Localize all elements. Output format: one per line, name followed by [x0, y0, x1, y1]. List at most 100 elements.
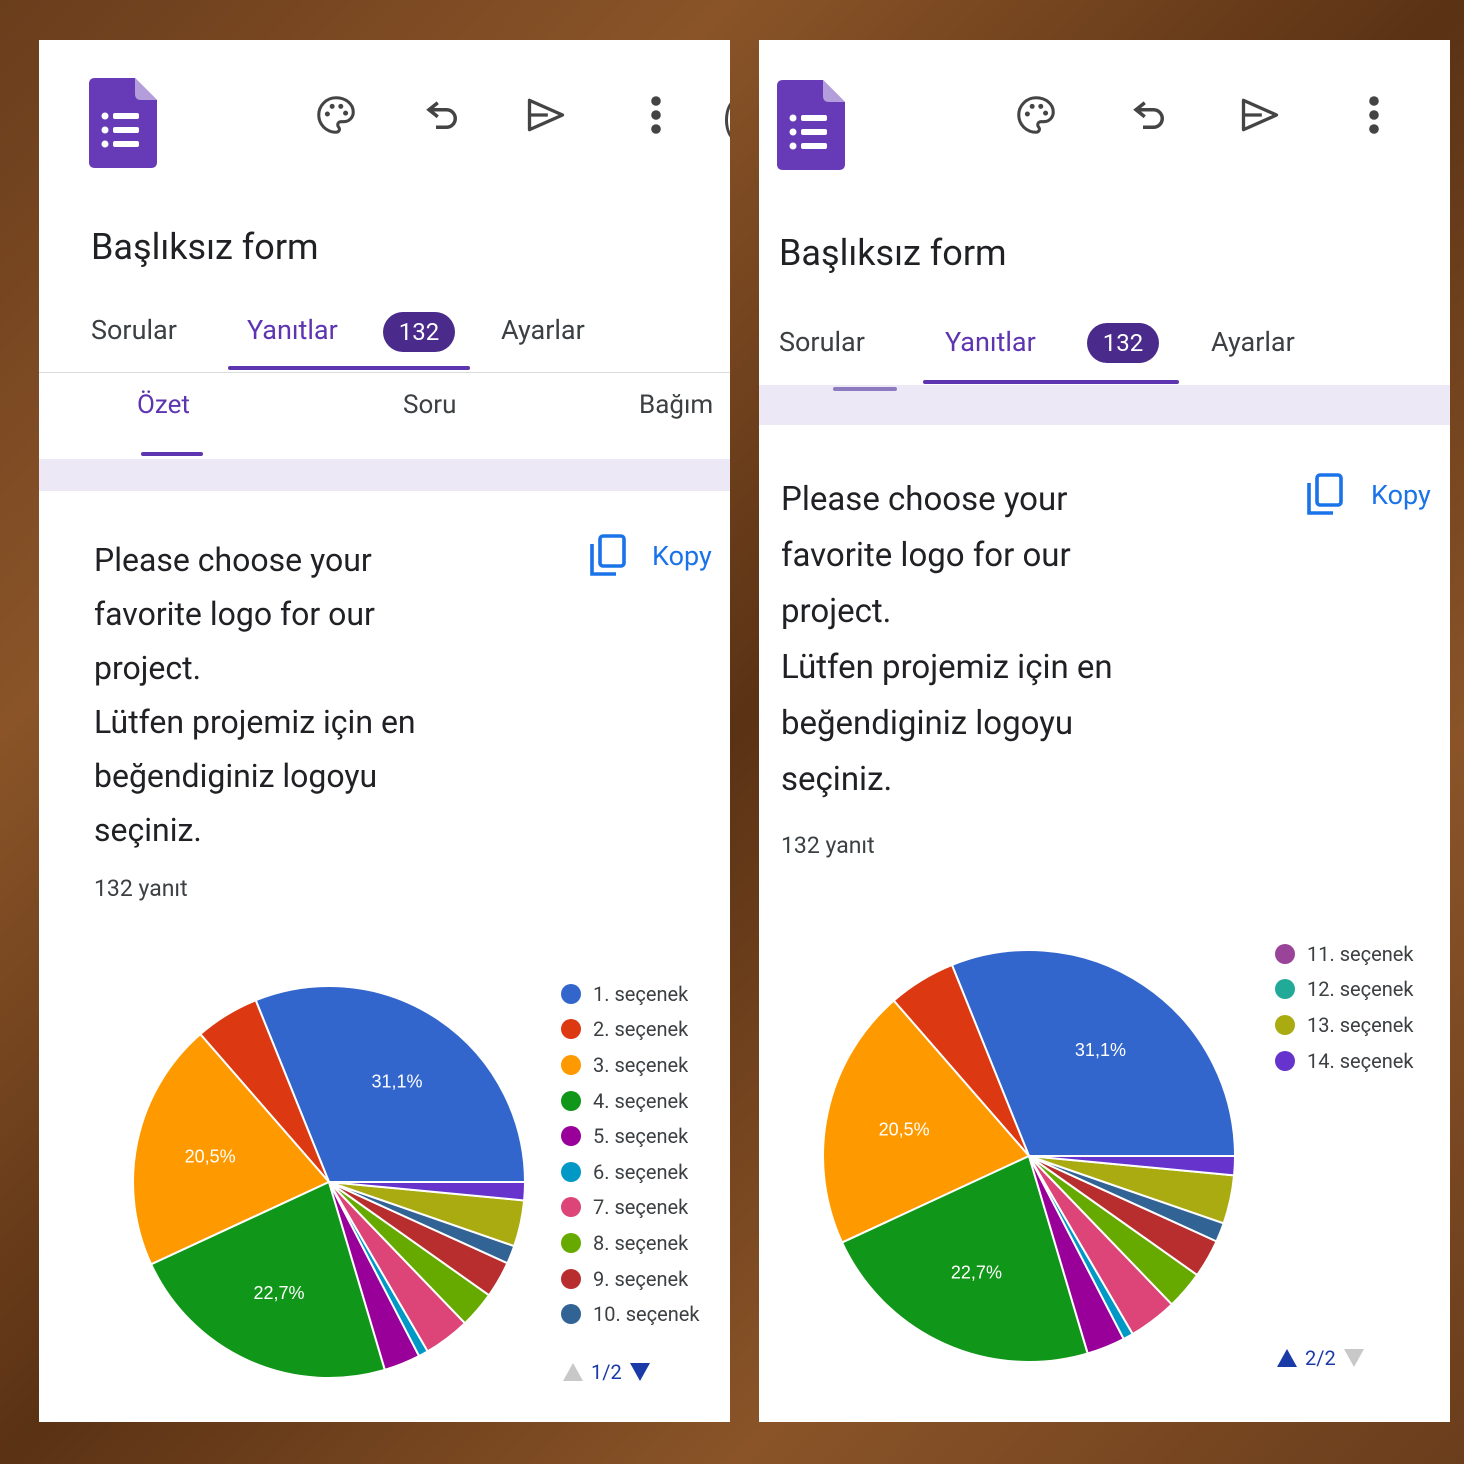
copy-label: Kopy	[1371, 479, 1431, 511]
slice-label: 22,7%	[951, 1262, 1002, 1282]
legend-item: 1. seçenek	[561, 976, 700, 1012]
legend-label: 1. seçenek	[593, 981, 689, 1006]
tab-settings[interactable]: Ayarlar	[1211, 326, 1295, 358]
legend-item: 7. seçenek	[561, 1190, 700, 1226]
tab-responses[interactable]: Yanıtlar	[945, 326, 1036, 358]
subtab-question[interactable]: Soru	[403, 390, 456, 420]
legend-swatch	[561, 1197, 581, 1218]
copy-chart-button[interactable]: Kopy	[588, 534, 712, 578]
palette-icon[interactable]	[1009, 88, 1063, 142]
copy-icon	[590, 534, 626, 576]
legend-label: 3. seçenek	[593, 1052, 689, 1077]
forms-logo-icon	[89, 78, 157, 168]
more-vert-icon[interactable]	[1347, 88, 1401, 142]
legend-swatch	[1275, 979, 1295, 1000]
legend-swatch	[561, 1161, 581, 1182]
chart-legend: 11. seçenek 12. seçenek 13. seçenek 14. seç…	[1275, 936, 1414, 1078]
send-icon[interactable]	[1233, 88, 1287, 142]
subtab-indicator	[833, 387, 897, 391]
slice-label: 20,5%	[879, 1119, 930, 1139]
tab-settings[interactable]: Ayarlar	[501, 314, 585, 346]
send-icon[interactable]	[519, 88, 573, 142]
subtab-indicator	[141, 452, 203, 456]
legend-swatch	[561, 1268, 581, 1289]
slice-label: 22,7%	[253, 1283, 304, 1303]
legend-label: 6. seçenek	[593, 1159, 689, 1184]
legend-prev-icon[interactable]	[1277, 1349, 1297, 1367]
response-count: 132 yanıt	[94, 875, 188, 902]
section-band	[759, 385, 1450, 425]
legend-item: 12. seçenek	[1275, 972, 1414, 1008]
forms-logo-icon	[777, 80, 845, 170]
legend-item: 10. seçenek	[561, 1296, 700, 1332]
legend-item: 3. seçenek	[561, 1047, 700, 1083]
copy-icon	[1307, 473, 1343, 515]
tab-responses[interactable]: Yanıtlar	[247, 314, 338, 346]
legend-item: 5. seçenek	[561, 1118, 700, 1154]
legend-pager[interactable]: 2/2	[1277, 1346, 1364, 1370]
legend-swatch	[1275, 943, 1295, 964]
legend-swatch	[561, 1232, 581, 1253]
undo-icon[interactable]	[416, 88, 470, 142]
legend-label: 10. seçenek	[593, 1302, 700, 1327]
legend-swatch	[561, 1304, 581, 1325]
slice-label: 31,1%	[371, 1071, 422, 1091]
legend-label: 13. seçenek	[1307, 1012, 1414, 1037]
tab-indicator	[228, 366, 470, 370]
form-title: Başlıksız form	[91, 226, 319, 268]
copy-chart-button[interactable]: Kopy	[1305, 472, 1431, 518]
tab-questions[interactable]: Sorular	[91, 314, 177, 346]
legend-item: 6. seçenek	[561, 1154, 700, 1190]
legend-label: 2. seçenek	[593, 1017, 689, 1042]
legend-label: 14. seçenek	[1307, 1048, 1414, 1073]
subtab-summary[interactable]: Özet	[137, 390, 190, 420]
legend-item: 8. seçenek	[561, 1225, 700, 1261]
forms-screen-left: Başlıksız form Sorular Yanıtlar 132 Ayar…	[39, 40, 730, 1422]
legend-swatch	[1275, 1050, 1295, 1071]
legend-item: 14. seçenek	[1275, 1043, 1414, 1079]
forms-screen-right: Başlıksız form Sorular Yanıtlar 132 Ayar…	[759, 40, 1450, 1422]
avatar[interactable]	[725, 100, 730, 140]
legend-label: 7. seçenek	[593, 1195, 689, 1220]
slice-label: 31,1%	[1075, 1040, 1126, 1060]
undo-icon[interactable]	[1123, 88, 1177, 142]
legend-label: 5. seçenek	[593, 1124, 689, 1149]
pie-chart: 31,1% 20,5% 22,7%	[132, 985, 527, 1379]
question-text: Please choose your favorite logo for our…	[94, 541, 416, 849]
legend-item: 4. seçenek	[561, 1083, 700, 1119]
legend-swatch	[561, 1126, 581, 1147]
legend-swatch	[1275, 1014, 1295, 1035]
copy-label: Kopy	[652, 540, 712, 572]
legend-page-label: 2/2	[1305, 1346, 1336, 1370]
more-vert-icon[interactable]	[629, 88, 683, 142]
legend-next-icon[interactable]	[629, 1363, 650, 1381]
palette-icon[interactable]	[309, 88, 363, 142]
legend-item: 13. seçenek	[1275, 1007, 1414, 1043]
legend-label: 12. seçenek	[1307, 977, 1414, 1002]
legend-item: 9. seçenek	[561, 1261, 700, 1297]
legend-swatch	[561, 1019, 581, 1040]
legend-swatch	[561, 1054, 581, 1075]
section-band	[39, 459, 730, 491]
form-title: Başlıksız form	[779, 232, 1007, 274]
legend-prev-icon[interactable]	[563, 1363, 583, 1381]
slice-label: 20,5%	[185, 1147, 236, 1167]
legend-label: 4. seçenek	[593, 1088, 689, 1113]
divider	[39, 372, 730, 373]
legend-label: 11. seçenek	[1307, 941, 1414, 966]
tab-indicator	[923, 380, 1179, 384]
subtab-individual[interactable]: Bağım	[639, 390, 713, 420]
legend-pager[interactable]: 1/2	[563, 1360, 650, 1384]
tab-questions[interactable]: Sorular	[779, 326, 865, 358]
question-text: Please choose your favorite logo for our…	[781, 480, 1113, 799]
response-count: 132 yanıt	[781, 832, 875, 859]
legend-item: 2. seçenek	[561, 1012, 700, 1048]
legend-swatch	[561, 983, 581, 1004]
legend-next-icon[interactable]	[1343, 1349, 1364, 1367]
chart-legend: 1. seçenek 2. seçenek 3. seçenek 4. seçenek…	[561, 976, 700, 1332]
legend-item: 11. seçenek	[1275, 936, 1414, 972]
legend-label: 8. seçenek	[593, 1230, 689, 1255]
legend-page-label: 1/2	[591, 1360, 622, 1384]
pie-chart: 31,1% 20,5% 22,7%	[822, 949, 1237, 1363]
legend-swatch	[561, 1090, 581, 1111]
